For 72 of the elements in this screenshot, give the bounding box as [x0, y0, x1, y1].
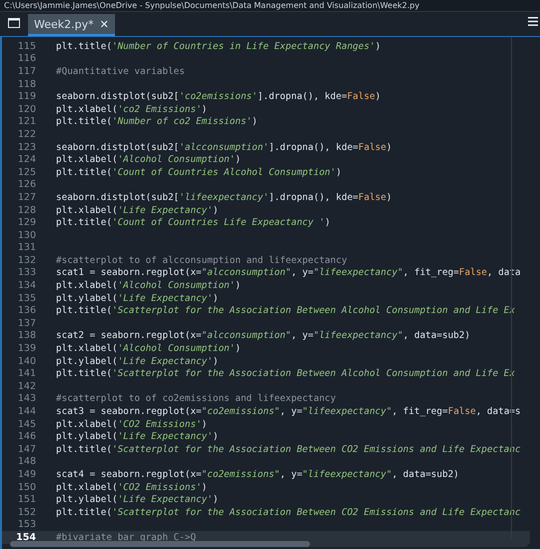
- line-number: 130: [16, 230, 37, 241]
- line-number: 139: [16, 343, 37, 354]
- horizontal-scrollbar[interactable]: [10, 541, 528, 547]
- code-line: plt.ylabel('Life Expectancy'): [56, 292, 218, 304]
- code-line: scat4 = seaborn.regplot(x="co2emissions", y="lifeexpectancy", data=sub2): [56, 468, 460, 480]
- line-number: 151: [16, 494, 37, 506]
- line-number: 148: [16, 456, 37, 468]
- line-number: 144: [16, 406, 37, 418]
- pane-icon[interactable]: [8, 18, 20, 28]
- line-number: 118: [16, 78, 37, 90]
- code-line: plt.title('Number of Countries in Life Expectancy Ranges'): [56, 40, 381, 52]
- code-line: plt.title('Count of Countries Alcohol Consumption'): [56, 166, 342, 178]
- code-line: plt.xlabel('Alcohol Consumption'): [56, 280, 241, 292]
- line-number: 134: [16, 280, 37, 292]
- line-number: 129: [16, 217, 37, 228]
- line-number: 150: [16, 482, 37, 493]
- code-line: plt.title('Count of Countries Life Expeactancy '): [56, 217, 330, 228]
- line-number: 124: [16, 154, 37, 166]
- code-line: plt.xlabel('Alcohol Consumption'): [56, 343, 241, 354]
- code-line: scat3 = seaborn.regplot(x="co2emissions", y="lifeexpectancy", fit_reg=False, data=s: [56, 406, 521, 418]
- line-number: 147: [16, 444, 37, 455]
- code-line: plt.ylabel('Life Expectancy'): [56, 431, 218, 442]
- line-number: 115: [16, 40, 37, 52]
- line-number: 126: [16, 179, 37, 190]
- code-line: #scatterplot to of co2emissions and lifeexpectancy: [56, 393, 336, 404]
- menu-icon[interactable]: [528, 17, 538, 26]
- code-line: plt.title('Scatterplot for the Association Between CO2 Emissions and Life Expectanc: [56, 506, 521, 518]
- editor-tab[interactable]: Week2.py* ✕: [28, 14, 115, 36]
- line-number: 131: [16, 242, 37, 254]
- code-line: scat2 = seaborn.regplot(x="alcconsumption", y="lifeexpectancy", data=sub2): [56, 330, 470, 342]
- line-number: 143: [16, 393, 37, 404]
- line-number: 146: [16, 431, 37, 442]
- line-number: 152: [16, 506, 37, 518]
- line-number: 138: [16, 330, 37, 342]
- line-number: 128: [16, 204, 37, 216]
- line-number: 116: [16, 53, 37, 64]
- line-number: 122: [16, 128, 37, 140]
- code-line: plt.xlabel('Alcohol Consumption'): [56, 154, 241, 166]
- code-line: plt.title('Scatterplot for the Association Between CO2 Emissions and Life Expectanc: [56, 444, 521, 455]
- line-number: 121: [16, 116, 37, 128]
- code-line: plt.xlabel('CO2 Emissions'): [56, 482, 208, 493]
- line-number: 125: [16, 166, 37, 178]
- line-number: 132: [16, 254, 37, 266]
- code-line: plt.ylabel('Life Expectancy'): [56, 494, 218, 506]
- line-number: 120: [16, 104, 37, 115]
- code-line: plt.title('Number of co2 Emissions'): [56, 116, 258, 128]
- line-number: 154: [15, 532, 37, 543]
- window-title: C:\Users\Jammie.James\OneDrive - Synpulse\Documents\Data Management and Visualization\Week2.py: [0, 0, 540, 12]
- line-number: 117: [16, 66, 37, 77]
- line-number: 149: [16, 468, 37, 480]
- line-number: 123: [16, 142, 37, 153]
- code-line: plt.ylabel('Life Expectancy'): [56, 356, 218, 367]
- line-number: 137: [16, 318, 37, 329]
- code-line: plt.xlabel('co2 Emissions'): [56, 104, 208, 115]
- code-line: seaborn.distplot(sub2['lifeexpectancy'].dropna(), kde=False): [56, 192, 392, 203]
- code-line: seaborn.distplot(sub2['alcconsumption'].dropna(), kde=False): [56, 142, 392, 153]
- close-icon[interactable]: ✕: [100, 18, 109, 30]
- code-line: #scatterplot to of alcconsumption and lifeexpectancy: [56, 254, 348, 266]
- line-number: 145: [16, 418, 37, 430]
- code-line: plt.xlabel('Life Expectancy'): [56, 204, 218, 216]
- code-line: seaborn.distplot(sub2['co2emissions'].dropna(), kde=False): [56, 91, 381, 102]
- line-number: 135: [16, 292, 37, 304]
- line-number: 127: [16, 192, 37, 203]
- line-number: 136: [16, 305, 37, 316]
- code-line: plt.xlabel('CO2 Emissions'): [56, 418, 208, 430]
- line-number: 141: [16, 368, 37, 380]
- line-number: 142: [16, 380, 37, 392]
- line-number: 153: [16, 519, 37, 530]
- line-number: 140: [16, 356, 37, 367]
- line-number: 133: [16, 267, 37, 278]
- line-number: 119: [16, 91, 37, 102]
- code-line: #Quantitative variables: [56, 66, 185, 77]
